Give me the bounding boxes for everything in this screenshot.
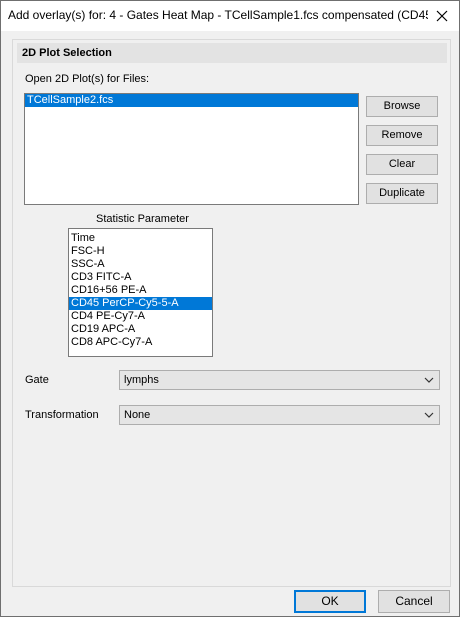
duplicate-button[interactable]: Duplicate <box>366 183 438 204</box>
statistic-listbox[interactable]: Time FSC-H SSC-A CD3 FITC-A CD16+56 PE-A… <box>68 228 213 357</box>
list-item[interactable]: TCellSample2.fcs <box>25 94 358 107</box>
clear-button[interactable]: Clear <box>366 154 438 175</box>
title-bar: Add overlay(s) for: 4 - Gates Heat Map -… <box>1 1 459 31</box>
list-item[interactable]: CD4 PE-Cy7-A <box>69 310 212 323</box>
statistic-label: Statistic Parameter <box>96 213 189 225</box>
list-item[interactable]: FSC-H <box>69 245 212 258</box>
transformation-dropdown[interactable]: None <box>119 405 440 425</box>
remove-button[interactable]: Remove <box>366 125 438 146</box>
transformation-label: Transformation <box>25 409 99 421</box>
gate-value: lymphs <box>124 374 159 386</box>
list-item[interactable]: CD8 APC-Cy7-A <box>69 336 212 349</box>
close-icon[interactable] <box>431 5 453 27</box>
chevron-down-icon <box>423 374 435 386</box>
list-item[interactable]: CD45 PerCP-Cy5-5-A <box>69 297 212 310</box>
plot-selection-panel: 2D Plot Selection Open 2D Plot(s) for Fi… <box>12 39 451 587</box>
list-item[interactable]: SSC-A <box>69 258 212 271</box>
list-item[interactable]: CD19 APC-A <box>69 323 212 336</box>
add-overlay-dialog: Add overlay(s) for: 4 - Gates Heat Map -… <box>0 0 460 617</box>
browse-button[interactable]: Browse <box>366 96 438 117</box>
list-item[interactable]: CD16+56 PE-A <box>69 284 212 297</box>
cancel-button[interactable]: Cancel <box>378 590 450 613</box>
section-title: 2D Plot Selection <box>22 47 112 59</box>
files-label: Open 2D Plot(s) for Files: <box>25 73 150 85</box>
ok-button[interactable]: OK <box>294 590 366 613</box>
chevron-down-icon <box>423 409 435 421</box>
gate-label: Gate <box>25 374 49 386</box>
gate-dropdown[interactable]: lymphs <box>119 370 440 390</box>
files-listbox[interactable]: TCellSample2.fcs <box>24 93 359 205</box>
window-title: Add overlay(s) for: 4 - Gates Heat Map -… <box>8 8 428 22</box>
transformation-value: None <box>124 409 151 421</box>
list-item[interactable]: CD3 FITC-A <box>69 271 212 284</box>
section-header: 2D Plot Selection <box>17 43 447 63</box>
list-item[interactable]: Time <box>69 232 212 245</box>
